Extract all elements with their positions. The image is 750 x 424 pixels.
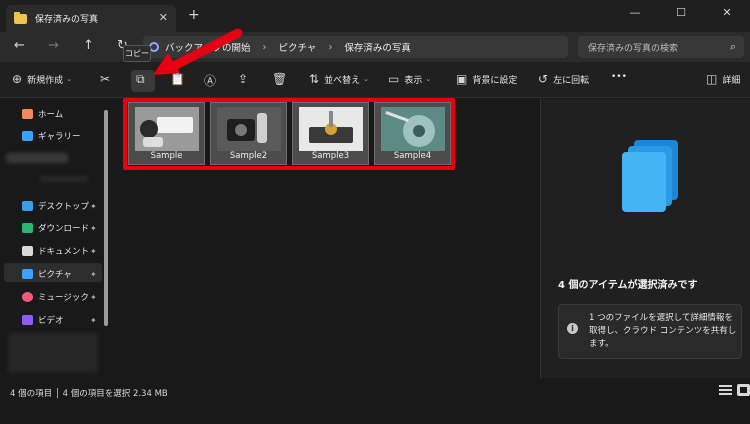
info-box: i 1 つのファイルを選択して詳細情報を取得し、クラウド コンテンツを共有します… xyxy=(558,304,742,359)
folder-icon xyxy=(14,11,27,24)
copy-button[interactable]: ⧉ xyxy=(136,72,150,87)
copy-icon: ⧉ xyxy=(136,72,145,86)
red-selection-frame xyxy=(123,98,455,170)
set-background-label: 背景に設定 xyxy=(472,75,518,86)
new-label: 新規作成 xyxy=(27,75,64,86)
pin-icon: ✦ xyxy=(90,269,97,279)
title-bar: 保存済みの写真 ✕ + — ☐ ✕ xyxy=(0,0,750,32)
home-icon xyxy=(22,109,33,119)
video-icon xyxy=(22,315,33,325)
trash-icon: 🗑 xyxy=(272,72,288,86)
new-tab-button[interactable]: + xyxy=(188,7,200,23)
rotate-left-button[interactable]: ↺ 左に回転 xyxy=(538,72,589,86)
breadcrumb-separator: › xyxy=(262,41,267,53)
close-tab-icon[interactable]: ✕ xyxy=(159,11,168,24)
blurred-item xyxy=(8,333,98,373)
pin-icon: ✦ xyxy=(90,292,97,302)
scissors-icon: ✂ xyxy=(100,72,111,86)
sidebar-item-pictures[interactable]: ピクチャ ✦ xyxy=(22,268,97,280)
rotate-left-icon: ↺ xyxy=(538,72,549,86)
multiple-files-icon xyxy=(622,140,678,212)
blurred-item xyxy=(40,176,88,182)
minimize-button[interactable]: — xyxy=(612,0,658,24)
more-options-button[interactable]: ••• xyxy=(611,72,627,82)
sort-label: 並べ替え xyxy=(324,75,361,86)
copy-tooltip: コピー xyxy=(123,45,151,62)
window-controls: — ☐ ✕ xyxy=(612,0,750,24)
forward-arrow-icon[interactable]: → xyxy=(48,38,59,53)
gallery-icon xyxy=(22,131,33,141)
large-icons-view-icon[interactable] xyxy=(737,384,750,396)
maximize-button[interactable]: ☐ xyxy=(658,0,704,24)
sort-icon: ⇅ xyxy=(309,72,320,86)
sidebar-item-label: ミュージック xyxy=(38,293,89,303)
rotate-left-label: 左に回転 xyxy=(553,75,590,86)
desktop-background-icon: ▣ xyxy=(456,72,468,86)
sidebar-scrollbar[interactable] xyxy=(104,110,108,326)
tab-title: 保存済みの写真 xyxy=(35,15,99,25)
breadcrumb-saved-photos[interactable]: 保存済みの写真 xyxy=(344,40,411,54)
sidebar-item-music[interactable]: ミュージック ✦ xyxy=(22,291,97,303)
view-button[interactable]: ▭ 表示 ⌄ xyxy=(388,72,431,86)
status-bar: 4 個の項目 │ 4 個の項目を選択 2.34 MB xyxy=(0,378,750,424)
details-label: 詳細 xyxy=(722,75,741,86)
info-icon: i xyxy=(567,323,578,334)
chevron-down-icon: ⌄ xyxy=(363,75,369,83)
sidebar-item-label: ビデオ xyxy=(38,316,64,326)
blurred-item xyxy=(6,153,68,163)
details-pane-icon: ◫ xyxy=(706,72,718,86)
download-icon xyxy=(22,223,33,233)
selection-title: 4 個のアイテムが選択済みです xyxy=(558,280,698,291)
document-icon xyxy=(22,246,33,256)
sidebar-item-home[interactable]: ホーム xyxy=(22,108,63,120)
sidebar-item-label: ダウンロード xyxy=(38,224,90,234)
more-options-label: ••• xyxy=(611,72,627,82)
pin-icon: ✦ xyxy=(90,315,97,325)
view-icon: ▭ xyxy=(388,72,400,86)
red-arrow-annotation xyxy=(153,28,243,75)
music-icon xyxy=(22,292,33,302)
sidebar-item-gallery[interactable]: ギャラリー xyxy=(22,130,81,142)
desktop-icon xyxy=(22,201,33,211)
chevron-down-icon: ⌄ xyxy=(425,75,432,83)
new-button[interactable]: ⊕ 新規作成 ⌄ xyxy=(12,72,72,86)
sidebar-item-label: ドキュメント xyxy=(38,247,90,257)
search-placeholder: 保存済みの写真の検索 xyxy=(588,43,679,54)
details-view-icon[interactable] xyxy=(719,384,732,396)
pin-icon: ✦ xyxy=(90,246,97,256)
sort-button[interactable]: ⇅ 並べ替え ⌄ xyxy=(309,72,369,86)
sidebar-item-videos[interactable]: ビデオ ✦ xyxy=(22,314,97,326)
sidebar-item-label: ホーム xyxy=(38,110,64,120)
sidebar-item-documents[interactable]: ドキュメント ✦ xyxy=(22,245,97,257)
up-arrow-icon[interactable]: ↑ xyxy=(83,38,94,53)
details-button[interactable]: ◫ 詳細 xyxy=(706,72,740,86)
address-bar-row: ← → ↑ ↻ バックアップの開始 › ピクチャ › 保存済みの写真 保存済みの… xyxy=(0,32,750,62)
plus-circle-icon: ⊕ xyxy=(12,72,23,86)
sidebar-item-label: ギャラリー xyxy=(38,132,81,142)
cut-button[interactable]: ✂ xyxy=(100,72,115,86)
sidebar-item-label: デスクトップ xyxy=(38,202,90,212)
chevron-down-icon: ⌄ xyxy=(66,75,72,83)
breadcrumb-pictures[interactable]: ピクチャ xyxy=(279,40,317,54)
view-label: 表示 xyxy=(404,75,423,86)
sidebar-item-downloads[interactable]: ダウンロード ✦ xyxy=(22,222,97,234)
info-text: 1 つのファイルを選択して詳細情報を取得し、クラウド コンテンツを共有します。 xyxy=(589,313,737,349)
pictures-icon xyxy=(22,269,33,279)
delete-button[interactable]: 🗑 xyxy=(272,72,292,86)
sidebar-item-desktop[interactable]: デスクトップ ✦ xyxy=(22,200,97,212)
search-icon: ⌕ xyxy=(729,40,736,53)
pin-icon: ✦ xyxy=(90,201,97,211)
search-input[interactable]: 保存済みの写真の検索 ⌕ xyxy=(578,36,744,58)
set-background-button[interactable]: ▣ 背景に設定 xyxy=(456,72,517,86)
sidebar-item-label: ピクチャ xyxy=(38,270,72,280)
pin-icon: ✦ xyxy=(90,223,97,233)
close-window-button[interactable]: ✕ xyxy=(704,0,750,24)
status-text: 4 個の項目 │ 4 個の項目を選択 2.34 MB xyxy=(10,389,168,399)
back-arrow-icon[interactable]: ← xyxy=(14,38,25,53)
breadcrumb-separator: › xyxy=(328,41,333,53)
